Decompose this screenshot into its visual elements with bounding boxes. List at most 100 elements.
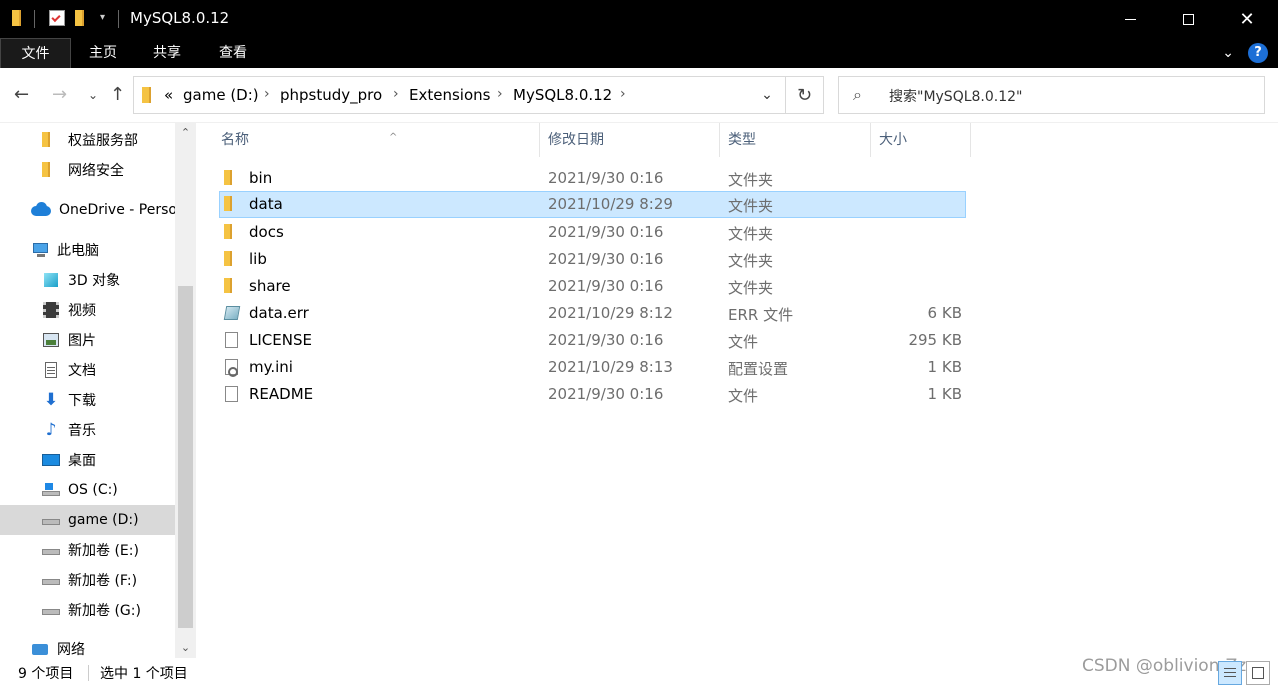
file-size: 1 KB xyxy=(927,385,962,403)
file-date: 2021/10/29 8:29 xyxy=(548,195,673,213)
chevron-right-icon[interactable]: › xyxy=(497,86,503,102)
column-header-name[interactable]: 名称 ^ xyxy=(213,123,540,157)
pictures-icon xyxy=(42,332,60,348)
3d-objects-icon xyxy=(42,272,60,288)
scroll-thumb[interactable] xyxy=(178,286,193,628)
chevron-right-icon[interactable]: › xyxy=(393,86,399,102)
sidebar-item-quanyi[interactable]: 权益服务部 xyxy=(0,125,175,155)
up-button[interactable]: ↑ xyxy=(110,84,125,105)
table-row[interactable]: README 2021/9/30 0:16 文件 1 KB xyxy=(219,381,966,408)
breadcrumb-game-d[interactable]: game (D:) xyxy=(183,86,259,104)
sidebar-item-onedrive[interactable]: OneDrive - Personal xyxy=(0,195,175,225)
search-input[interactable]: ⌕ 搜索"MySQL8.0.12" xyxy=(838,76,1265,114)
scroll-up-button[interactable]: ⌃ xyxy=(175,123,196,143)
table-row[interactable]: data.err 2021/10/29 8:12 ERR 文件 6 KB xyxy=(219,300,966,327)
tab-share[interactable]: 共享 xyxy=(144,38,190,68)
new-folder-icon[interactable] xyxy=(75,10,87,26)
sidebar-item-documents[interactable]: 文档 xyxy=(0,355,175,385)
breadcrumb-extensions[interactable]: Extensions xyxy=(409,86,490,104)
recent-locations-button[interactable]: ⌄ xyxy=(88,88,98,102)
sidebar-item-e[interactable]: 新加卷 (E:) xyxy=(0,535,175,565)
table-row[interactable]: share 2021/9/30 0:16 文件夹 xyxy=(219,273,966,300)
sidebar-item-network-security[interactable]: 网络安全 xyxy=(0,155,175,185)
refresh-button[interactable]: ↻ xyxy=(786,76,824,114)
ribbon-controls: ⌄ ? xyxy=(1222,38,1278,68)
folder-icon xyxy=(224,196,240,212)
file-name: data xyxy=(249,195,283,213)
minimize-button[interactable] xyxy=(1107,0,1153,38)
close-icon: ✕ xyxy=(1239,8,1255,30)
table-row[interactable]: docs 2021/9/30 0:16 文件夹 xyxy=(219,219,966,246)
divider xyxy=(118,10,119,28)
folder-icon[interactable] xyxy=(12,10,24,26)
search-placeholder: 搜索"MySQL8.0.12" xyxy=(889,89,1023,105)
file-type: 配置设置 xyxy=(728,360,789,378)
customize-toolbar-icon[interactable]: ▾ xyxy=(100,12,105,23)
file-name: bin xyxy=(249,169,273,187)
file-date: 2021/9/30 0:16 xyxy=(548,277,664,295)
sidebar-item-downloads[interactable]: ⬇ 下载 xyxy=(0,385,175,415)
chevron-right-icon[interactable]: › xyxy=(264,86,270,102)
minimize-icon xyxy=(1124,18,1136,20)
column-header-type[interactable]: 类型 xyxy=(720,123,871,157)
file-type: 文件夹 xyxy=(728,197,774,215)
sidebar-scrollbar[interactable]: ⌃ ⌄ xyxy=(175,123,196,658)
tab-view[interactable]: 查看 xyxy=(210,38,256,68)
column-header-size[interactable]: 大小 xyxy=(871,123,971,157)
file-date: 2021/9/30 0:16 xyxy=(548,331,664,349)
table-row[interactable]: LICENSE 2021/9/30 0:16 文件 295 KB xyxy=(219,327,966,354)
sidebar-item-f[interactable]: 新加卷 (F:) xyxy=(0,565,175,595)
sidebar-item-pictures[interactable]: 图片 xyxy=(0,325,175,355)
file-type: 文件夹 xyxy=(728,171,774,189)
window-title: MySQL8.0.12 xyxy=(130,9,230,27)
file-name: my.ini xyxy=(249,358,293,376)
breadcrumb-overflow[interactable]: « xyxy=(164,86,173,104)
sidebar-item-desktop[interactable]: 桌面 xyxy=(0,445,175,475)
sidebar-item-music[interactable]: ♪ 音乐 xyxy=(0,415,175,445)
scroll-down-button[interactable]: ⌄ xyxy=(175,638,196,658)
address-bar[interactable]: « game (D:) › phpstudy_pro › Extensions … xyxy=(133,76,786,114)
sidebar-item-label: 音乐 xyxy=(68,423,96,439)
tab-file[interactable]: 文件 xyxy=(0,38,71,68)
breadcrumb-phpstudy-pro[interactable]: phpstudy_pro xyxy=(280,86,382,104)
back-button[interactable]: ← xyxy=(14,84,29,105)
breadcrumb-mysql[interactable]: MySQL8.0.12 xyxy=(513,86,612,104)
onedrive-icon xyxy=(31,202,51,218)
large-icons-view-button[interactable] xyxy=(1246,661,1270,685)
expand-ribbon-icon[interactable]: ⌄ xyxy=(1222,45,1234,61)
table-row-selected[interactable]: data 2021/10/29 8:29 文件夹 xyxy=(219,191,966,218)
windows-drive-icon xyxy=(42,482,60,498)
file-size: 6 KB xyxy=(927,304,962,322)
maximize-button[interactable] xyxy=(1165,0,1211,38)
sidebar-item-label: 桌面 xyxy=(68,453,96,469)
file-size: 295 KB xyxy=(908,331,962,349)
table-row[interactable]: my.ini 2021/10/29 8:13 配置设置 1 KB xyxy=(219,354,966,381)
chevron-right-icon[interactable]: › xyxy=(620,86,626,102)
file-date: 2021/9/30 0:16 xyxy=(548,169,664,187)
sidebar-item-3d-objects[interactable]: 3D 对象 xyxy=(0,265,175,295)
column-header-date[interactable]: 修改日期 xyxy=(540,123,720,157)
properties-icon[interactable] xyxy=(49,10,65,26)
folder-icon xyxy=(224,224,240,240)
folder-icon xyxy=(142,87,154,103)
config-file-icon xyxy=(224,359,240,377)
table-row[interactable]: bin 2021/9/30 0:16 文件夹 xyxy=(219,165,966,192)
sidebar-item-g[interactable]: 新加卷 (G:) xyxy=(0,595,175,625)
help-icon[interactable]: ? xyxy=(1248,43,1268,63)
close-button[interactable]: ✕ xyxy=(1224,0,1270,38)
tab-home[interactable]: 主页 xyxy=(80,38,126,68)
sidebar-item-game-d[interactable]: game (D:) xyxy=(0,505,175,535)
drive-icon xyxy=(42,602,60,618)
network-icon xyxy=(31,641,49,657)
forward-button[interactable]: → xyxy=(52,84,67,105)
details-view-button[interactable] xyxy=(1218,661,1242,685)
address-history-button[interactable]: ⌄ xyxy=(748,76,786,114)
folder-icon xyxy=(224,251,240,267)
sidebar-item-os-c[interactable]: OS (C:) xyxy=(0,475,175,505)
sidebar-item-this-pc[interactable]: 此电脑 xyxy=(0,235,175,265)
music-icon: ♪ xyxy=(45,420,57,440)
file-date: 2021/9/30 0:16 xyxy=(548,223,664,241)
table-row[interactable]: lib 2021/9/30 0:16 文件夹 xyxy=(219,246,966,273)
sidebar-item-videos[interactable]: 视频 xyxy=(0,295,175,325)
maximize-icon xyxy=(1182,13,1194,25)
